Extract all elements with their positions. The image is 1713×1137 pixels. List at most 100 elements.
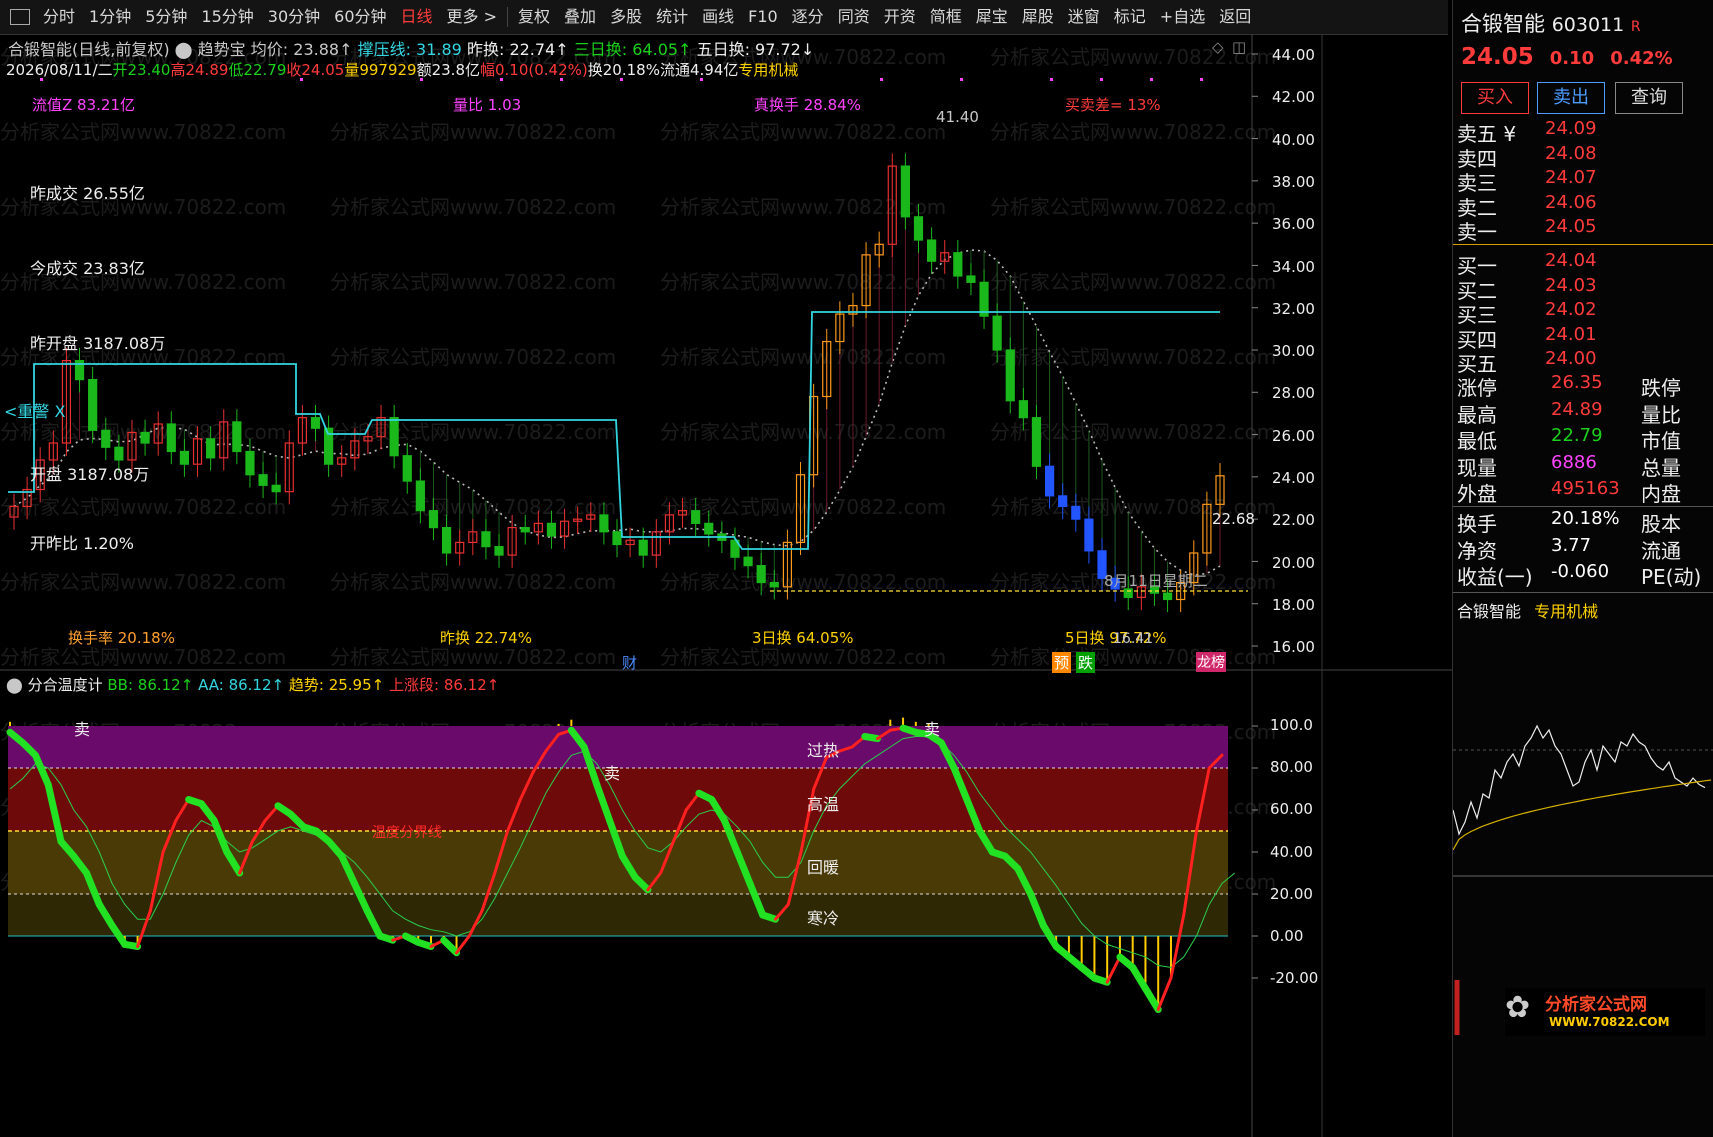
toolbar-item[interactable]: 15分钟 xyxy=(194,0,260,34)
prev-turn-value: 昨换: 22.74↑ xyxy=(466,40,569,59)
forecast-marker[interactable]: 预 xyxy=(1052,652,1072,673)
price-tick: 16.00 xyxy=(1272,638,1315,657)
candle-body xyxy=(415,480,425,512)
toolbar-item[interactable]: 统计 xyxy=(649,0,695,34)
zone-overheat: 过热 xyxy=(807,741,840,760)
footer-name: 合锻智能 xyxy=(1457,602,1522,621)
book-row[interactable]: 卖一 24.05 xyxy=(1453,216,1713,244)
dragon-list-marker[interactable]: 龙榜 xyxy=(1196,652,1226,672)
watermark-text: 分析家公式网www.70822.com xyxy=(660,645,946,669)
toolbar-item[interactable]: 犀股 xyxy=(1015,0,1061,34)
candle-body xyxy=(441,527,452,554)
toolbar-item[interactable]: 复权 xyxy=(511,0,557,34)
stat-value: 26.35 xyxy=(1551,372,1603,393)
toolbar-item[interactable]: 30分钟 xyxy=(261,0,327,34)
watermark-text: 分析家公式网www.70822.com xyxy=(330,195,616,219)
toolbar-item[interactable]: 5分钟 xyxy=(138,0,194,34)
stat-label: 换手 xyxy=(1457,512,1497,536)
book-row[interactable]: 买一 24.04 xyxy=(1453,250,1713,278)
turn3-value: 三日换: 64.05↑ xyxy=(573,40,692,59)
watermark-text: 分析家公式网www.70822.com xyxy=(330,270,616,294)
diamond-icon[interactable]: ◇ xyxy=(1212,38,1224,56)
toolbar-item[interactable]: +自选 xyxy=(1153,0,1212,34)
temp-tick: 20.00 xyxy=(1270,884,1313,903)
book-row[interactable]: 买四 24.01 xyxy=(1453,324,1713,352)
candle-body xyxy=(966,275,976,283)
chart-area[interactable]: 分析家公式网www.70822.com 分析家公式网www.70822.com 分析… xyxy=(0,34,1452,1137)
indicator-name: 趋势宝 xyxy=(197,40,246,59)
book-row[interactable]: 卖三 24.07 xyxy=(1453,167,1713,195)
toolbar-item[interactable]: 同资 xyxy=(831,0,877,34)
mini-price-line xyxy=(1453,724,1706,836)
low-price-label: 16.41 xyxy=(1113,631,1154,647)
prev-turn2-label: 昨换 22.74% xyxy=(440,629,532,647)
signal-dot xyxy=(880,78,883,81)
book-row[interactable]: 卖二 24.06 xyxy=(1453,192,1713,220)
panel-toggle-icon[interactable]: ◫ xyxy=(1232,38,1246,56)
temp-tick: 0.00 xyxy=(1270,927,1304,945)
stat-label-2: 跌停 xyxy=(1641,376,1681,400)
toolbar-item[interactable]: 日线 xyxy=(394,0,440,34)
bb-segment xyxy=(440,936,461,957)
r-badge: R xyxy=(1630,19,1641,35)
buy-button[interactable]: 买入 xyxy=(1461,82,1529,114)
indicator-toggle-icon[interactable]: ⬤ xyxy=(175,40,193,59)
book-row[interactable]: 买三 24.02 xyxy=(1453,299,1713,327)
toolbar-item[interactable]: 1分钟 xyxy=(82,0,138,34)
finance-marker[interactable]: 财 xyxy=(622,652,637,673)
price-pct: 0.42% xyxy=(1610,48,1673,69)
candle-body xyxy=(953,252,963,277)
bb-segment xyxy=(414,938,435,950)
toolbar-item[interactable]: 分时 xyxy=(36,0,82,34)
toolbar-item[interactable]: 更多 > xyxy=(440,0,505,34)
temp-tick: -20.00 xyxy=(1270,969,1319,988)
today-amount-label: 今成交 23.83亿 xyxy=(30,259,145,278)
quote-price-line: 24.05 0.10 0.42% xyxy=(1461,44,1673,70)
stat-label: 涨停 xyxy=(1457,376,1497,400)
toolbar-item[interactable]: 标记 xyxy=(1107,0,1153,34)
candle-body xyxy=(913,216,924,241)
price-tick: 26.00 xyxy=(1272,426,1315,445)
toolbar-item[interactable]: 简框 xyxy=(923,0,969,34)
footer-divider xyxy=(1453,592,1713,593)
toolbar-item[interactable]: F10 xyxy=(741,0,785,34)
book-row[interactable]: 买二 24.03 xyxy=(1453,275,1713,303)
candle-body xyxy=(769,581,779,588)
temp-boundary-label: 温度分界线 xyxy=(372,825,442,841)
book-row[interactable]: 卖四 24.08 xyxy=(1453,143,1713,171)
stat-label: 现量 xyxy=(1457,455,1497,480)
drop-marker[interactable]: 跌 xyxy=(1076,652,1096,673)
intraday-mini-chart[interactable] xyxy=(1453,620,1713,1137)
up-phase-value: 上涨段: 86.12↑ xyxy=(389,676,500,694)
book-row[interactable]: 卖五 ¥24.09 xyxy=(1453,118,1713,146)
header-line-1: 合锻智能(日线,前复权) ⬤ 趋势宝 均价: 23.88↑ 撑压线: 31.89… xyxy=(8,36,814,60)
lower-toggle-icon[interactable]: ⬤ xyxy=(6,676,23,694)
query-button[interactable]: 查询 xyxy=(1615,82,1683,114)
stat-value: 24.89 xyxy=(1551,398,1603,420)
toolbar-item[interactable]: 画线 xyxy=(695,0,741,34)
toolbar-item[interactable]: 迷窗 xyxy=(1061,0,1107,34)
candle-body xyxy=(1071,505,1081,520)
candle-body xyxy=(389,417,399,457)
prev-open-label: 昨开盘 3187.08万 xyxy=(30,334,166,353)
bb-segment xyxy=(455,934,471,955)
sell-signal-3: 卖 xyxy=(924,720,941,739)
toolbar-item[interactable]: 叠加 xyxy=(557,0,603,34)
toolbar-item[interactable]: 逐分 xyxy=(785,0,831,34)
toolbar-item[interactable]: 多股 xyxy=(603,0,649,34)
stat-value: 495163 xyxy=(1551,478,1620,499)
sell-button[interactable]: 卖出 xyxy=(1537,82,1605,114)
watermark-text: 分析家公式网www.70822.com xyxy=(660,270,946,294)
stat-label-2: 总量 xyxy=(1641,455,1681,480)
toolbar-item[interactable]: 60分钟 xyxy=(327,0,393,34)
stat-value: 6886 xyxy=(1551,451,1597,473)
toolbar-item[interactable]: 犀宝 xyxy=(969,0,1015,34)
signal-dot xyxy=(1050,78,1053,81)
stat-row: 最低 22.79 市值 xyxy=(1453,425,1713,453)
candle-body xyxy=(638,539,648,556)
footer-sector: 专用机械 xyxy=(1534,602,1599,621)
toolbar-item[interactable]: 开资 xyxy=(877,0,923,34)
menu-icon[interactable] xyxy=(10,9,30,25)
toolbar-item[interactable]: 返回 xyxy=(1212,0,1258,34)
stat-label-2: 股本 xyxy=(1641,512,1681,536)
